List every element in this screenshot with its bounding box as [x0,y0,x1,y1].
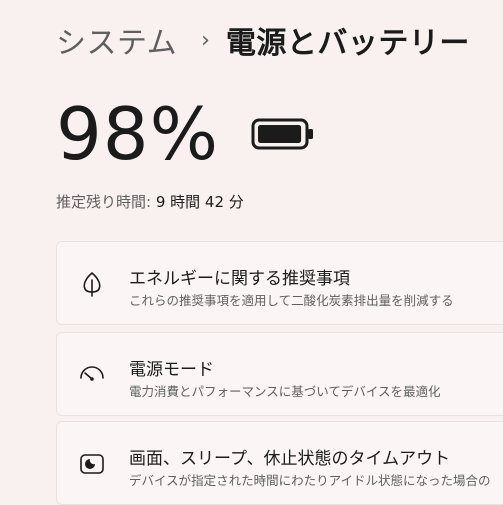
battery-status: 98% [56,92,315,176]
breadcrumb-separator-icon: › [201,27,210,53]
card-description: デバイスが指定された時間にわたりアイドル状態になった場合の [129,473,491,488]
card-title: エネルギーに関する推奨事項 [129,269,350,289]
card-energy-recommendations[interactable]: エネルギーに関する推奨事項 これらの推奨事項を適用して二酸化炭素排出量を削減する [56,241,503,325]
battery-fill [258,125,302,143]
gauge-icon [79,362,105,388]
estimate-label: 推定残り時間: [56,193,156,211]
battery-estimate: 推定残り時間: 9 時間 42 分 [56,191,244,212]
card-title: 電源モード [129,360,214,380]
card-power-mode[interactable]: 電源モード 電力消費とパフォーマンスに基づいてデバイスを最適化 [56,332,503,416]
leaf-icon [79,271,105,297]
estimate-value: 9 時間 42 分 [155,193,244,211]
breadcrumb: システム › 電源とバッテリー [56,18,470,62]
card-screen-sleep-timeout[interactable]: 画面、スリープ、休止状態のタイムアウト デバイスが指定された時間にわたりアイドル… [56,421,503,505]
screen-sleep-icon [79,451,105,477]
card-description: これらの推奨事項を適用して二酸化炭素排出量を削減する [129,293,454,308]
breadcrumb-system-link[interactable]: システム [56,18,177,62]
battery-icon [251,117,315,151]
card-title: 画面、スリープ、休止状態のタイムアウト [129,449,451,469]
page-title: 電源とバッテリー [225,26,470,61]
card-description: 電力消費とパフォーマンスに基づいてデバイスを最適化 [129,384,441,399]
battery-percent: 98% [56,92,220,176]
